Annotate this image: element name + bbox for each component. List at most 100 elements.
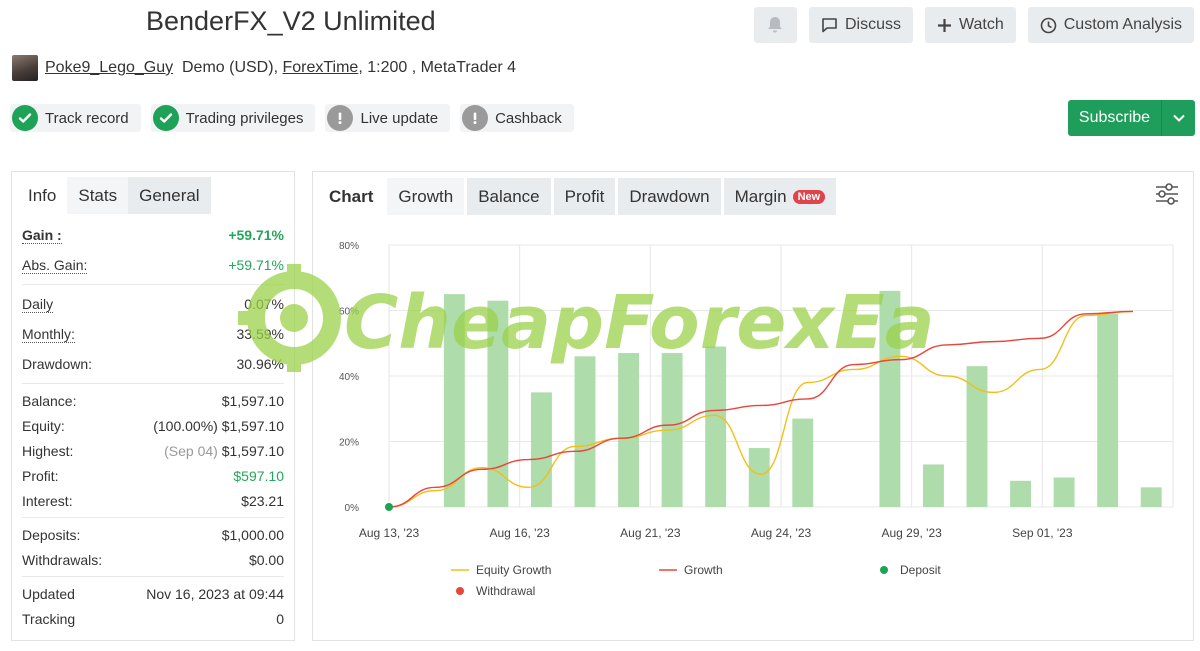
badge-label: Track record (45, 109, 129, 127)
leverage-platform: , 1:200 , MetaTrader 4 (358, 59, 517, 76)
stat-tracking: Tracking 0 (22, 606, 284, 631)
tab-profit[interactable]: Profit (553, 178, 616, 215)
chart-bar (1097, 313, 1119, 507)
stat-label: Highest: (22, 442, 74, 459)
stat-equity-pct: (100.00%) (153, 417, 218, 434)
stat-highest: Highest: (Sep 04) $1,597.10 (22, 438, 284, 463)
x-tick-label: Aug 24, '23 (751, 526, 812, 540)
tab-info[interactable]: Info (17, 177, 68, 214)
tab-drawdown[interactable]: Drawdown (618, 178, 721, 215)
stat-balance: Balance: $1,597.10 (22, 388, 284, 413)
chart-bar (879, 290, 901, 507)
chart-bar (530, 392, 552, 507)
gain-group: Gain : +59.71% Abs. Gain: +59.71% (22, 216, 284, 285)
badge-track-record[interactable]: Track record (10, 104, 141, 132)
legend-dot (880, 566, 888, 574)
chat-icon (822, 17, 837, 32)
chart-bar (705, 346, 727, 507)
chart-bar (1053, 477, 1075, 507)
stats-panel: Info Stats General Gain : +59.71% Abs. G… (11, 171, 295, 641)
y-tick-label: 0% (345, 503, 360, 514)
subscribe-label[interactable]: Subscribe (1068, 100, 1161, 136)
growth-chart: 0% 20% 40% 60% 80% Aug 13, '23 Aug 16, '23 Aug … (339, 241, 1174, 598)
badge-label: Cashback (495, 109, 562, 127)
legend-label: Equity Growth (476, 563, 551, 577)
stat-label: Monthly: (22, 326, 75, 343)
badge-label: Trading privileges (185, 109, 304, 127)
stat-deposits: Deposits: $1,000.00 (22, 522, 284, 547)
chart-bar (574, 356, 596, 507)
x-tick-label: Sep 01, '23 (1012, 526, 1073, 540)
stat-value: 30.96% (236, 356, 284, 372)
tab-general[interactable]: General (128, 177, 211, 214)
stat-value: $1,597.10 (221, 442, 284, 459)
stat-label: Interest: (22, 492, 73, 509)
chart-bar (618, 353, 640, 507)
tab-margin[interactable]: Margin New (723, 178, 837, 215)
badge-label: Live update (360, 109, 439, 127)
custom-analysis-button[interactable]: Custom Analysis (1027, 7, 1194, 43)
stat-value: $597.10 (233, 467, 284, 484)
watch-label: Watch (958, 16, 1004, 33)
legend-label: Growth (684, 563, 723, 577)
tab-growth[interactable]: Growth (387, 178, 465, 215)
badge-live-update[interactable]: Live update (325, 104, 451, 132)
check-icon (12, 105, 38, 131)
rate-group: Daily 0.07% Monthly: 33.59% Drawdown: 30… (22, 285, 284, 384)
stats-body: Gain : +59.71% Abs. Gain: +59.71% Daily … (12, 216, 294, 635)
plus-icon (937, 18, 951, 32)
avatar[interactable] (12, 55, 38, 81)
legend-label: Deposit (900, 563, 941, 577)
badge-trading-privileges[interactable]: Trading privileges (150, 104, 316, 132)
x-tick-label: Aug 21, '23 (620, 526, 681, 540)
chart-panel: Chart Growth Balance Profit Drawdown Mar… (312, 171, 1194, 641)
new-badge: New (792, 189, 826, 204)
stat-label: Abs. Gain: (22, 257, 88, 274)
check-icon (152, 105, 179, 131)
exclamation-icon (462, 105, 489, 131)
badges: Track record Trading privileges Live upd… (10, 104, 574, 132)
tab-balance[interactable]: Balance (467, 178, 551, 215)
exclamation-icon (327, 105, 354, 131)
top-actions: Discuss Watch Custom Analysis (753, 7, 1194, 43)
tab-stats[interactable]: Stats (67, 177, 129, 214)
watch-button[interactable]: Watch (924, 7, 1016, 43)
stat-value: $0.00 (248, 551, 284, 568)
stat-highest-date: (Sep 04) (164, 442, 218, 459)
stat-value: 33.59% (236, 326, 284, 342)
y-tick-label: 20% (339, 438, 359, 449)
deposit-marker (385, 503, 393, 511)
stat-label: Balance: (22, 392, 77, 409)
page-title: BenderFX_V2 Unlimited (146, 6, 436, 36)
discuss-button[interactable]: Discuss (808, 7, 913, 43)
stat-gain: Gain : +59.71% (22, 220, 284, 250)
account-type: Demo (USD), (182, 59, 279, 76)
badge-cashback[interactable]: Cashback (460, 104, 574, 132)
stat-abs-gain: Abs. Gain: +59.71% (22, 250, 284, 280)
y-tick-label: 80% (339, 241, 359, 252)
chart-settings-button[interactable] (1154, 182, 1180, 211)
stat-value: $23.21 (241, 492, 284, 509)
subscribe-dropdown[interactable] (1161, 100, 1195, 136)
chart-bar (487, 300, 509, 507)
stat-label: Updated (22, 585, 75, 602)
chart-tabs: Chart Growth Balance Profit Drawdown Mar… (313, 172, 1193, 216)
chart-bar (922, 464, 944, 507)
stat-value: $1,000.00 (221, 526, 284, 543)
subscribe-button[interactable]: Subscribe (1068, 100, 1195, 136)
chart-bar (1140, 487, 1162, 507)
chart-bar (1010, 480, 1032, 507)
user-link[interactable]: Poke9_Lego_Guy (45, 59, 173, 77)
stat-value: $1,597.10 (221, 417, 284, 434)
stat-label: Withdrawals: (22, 551, 103, 568)
deposit-group: Deposits: $1,000.00 Withdrawals: $0.00 (22, 518, 284, 577)
chart-bar (748, 448, 770, 507)
custom-analysis-label: Custom Analysis (1063, 16, 1182, 33)
stat-profit: Profit: $597.10 (22, 463, 284, 488)
y-tick-label: 60% (339, 307, 359, 318)
stat-value: +59.71% (228, 227, 284, 243)
notify-button[interactable] (753, 7, 797, 43)
broker-link[interactable]: ForexTime (282, 59, 358, 77)
chart-bar (443, 294, 465, 507)
stat-daily: Daily 0.07% (22, 289, 284, 319)
